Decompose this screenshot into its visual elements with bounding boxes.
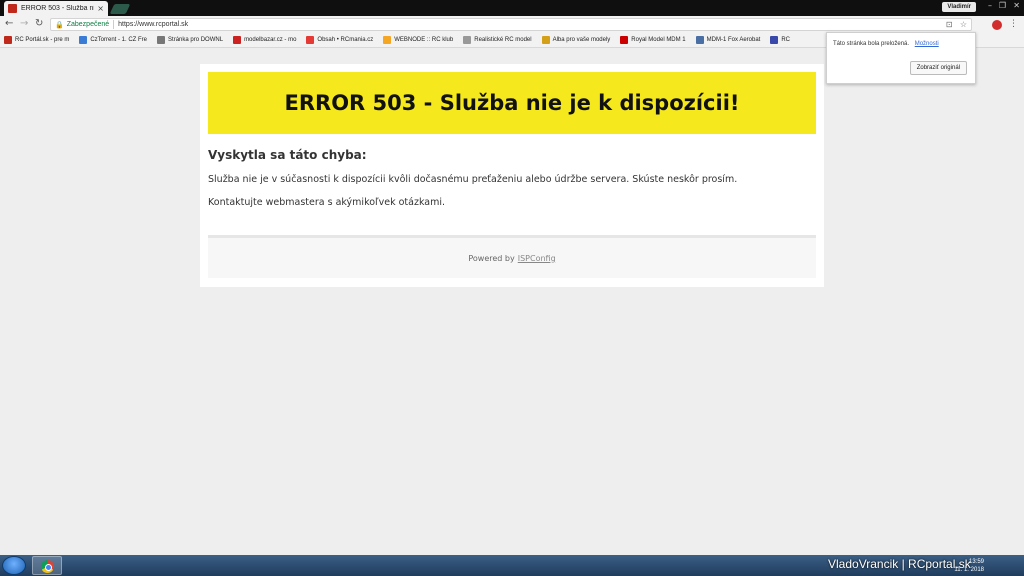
bookmark-favicon-icon: [4, 36, 12, 44]
favicon-icon: [8, 4, 17, 13]
watermark-text: VladoVrancik | RCportal.sk: [828, 557, 971, 571]
bookmark-label: Realistické RC model: [474, 37, 532, 43]
bookmark-favicon-icon: [79, 36, 88, 44]
bookmark-item[interactable]: CzTorrent - 1. CZ Fre: [79, 36, 147, 44]
translate-popup: Táto stránka bola preložená. Možnosti Zo…: [826, 32, 976, 84]
bookmark-favicon-icon: [695, 36, 704, 44]
bookmark-item[interactable]: WEBNODE :: RC klub: [383, 36, 453, 44]
profile-button[interactable]: Vladimír: [942, 2, 976, 12]
reload-icon[interactable]: ↻: [35, 18, 43, 30]
omnibox-divider: [113, 20, 115, 29]
secure-label: Zabezpečené: [66, 21, 110, 28]
bookmark-label: RC Portál.sk - pre m: [15, 37, 70, 43]
bookmark-label: WEBNODE :: RC klub: [394, 37, 454, 43]
bookmark-label: modelbazar.cz - mo: [244, 37, 297, 43]
bookmark-favicon-icon: [770, 36, 779, 44]
url-text[interactable]: https://www.rcportal.sk: [118, 21, 188, 28]
translate-and-star-icons[interactable]: ⊡ ☆: [946, 19, 967, 30]
page-footer: Powered by ISPConfig: [208, 235, 816, 278]
translate-icon[interactable]: ⊡: [946, 20, 953, 29]
bookmark-item[interactable]: modelbazar.cz - mo: [233, 36, 296, 44]
clock-date: 11. 1. 2018: [954, 567, 984, 573]
bookmark-item[interactable]: RC: [770, 36, 790, 44]
bookmark-label: Royal Model MDM 1: [631, 37, 686, 43]
close-tab-icon[interactable]: ×: [97, 4, 104, 13]
page-title: ERROR 503 - Služba nie je k dispozícii!: [284, 91, 740, 115]
error-card: ERROR 503 - Služba nie je k dispozícii! …: [200, 64, 824, 287]
options-link[interactable]: Možnosti: [915, 41, 939, 47]
address-bar[interactable]: 🔒 Zabezpečené https://www.rcportal.sk ⊡ …: [50, 18, 972, 31]
bookmark-label: Alba pro vaše modely: [552, 37, 611, 43]
error-subheading: Vyskytla sa táto chyba:: [208, 148, 367, 162]
bookmark-favicon-icon: [541, 36, 550, 44]
clock-time: 13:59: [968, 559, 984, 565]
bookmark-favicon-icon: [306, 36, 315, 44]
restore-icon[interactable]: ❐: [999, 1, 1006, 11]
translate-message: Táto stránka bola preložená. Možnosti: [833, 41, 939, 47]
bookmark-item[interactable]: RC Portál.sk - pre m: [4, 36, 69, 44]
bookmark-item[interactable]: Royal Model MDM 1: [620, 36, 686, 44]
new-tab-button[interactable]: [109, 4, 131, 14]
footer-prefix: Powered by: [468, 253, 515, 263]
bookmark-label: Stránka pro DOWNL: [168, 37, 224, 43]
browser-toolbar: ← → ↻ 🔒 Zabezpečené https://www.rcportal…: [0, 16, 1024, 33]
taskbar-clock[interactable]: 13:59 11. 1. 2018: [954, 558, 984, 574]
error-description: Služba nie je v súčasnosti k dispozícii …: [208, 174, 738, 185]
bookmark-label: CzTorrent - 1. CZ Fre: [90, 37, 148, 43]
bookmark-favicon-icon: [383, 36, 392, 44]
start-button-icon[interactable]: [2, 556, 26, 575]
bookmark-favicon-icon: [233, 36, 242, 44]
taskbar-chrome-button[interactable]: [32, 556, 62, 575]
menu-kebab-icon[interactable]: ⋮: [1009, 18, 1018, 30]
bookmark-label: RC: [781, 37, 791, 43]
bookmark-star-icon[interactable]: ☆: [960, 20, 967, 29]
bookmark-favicon-icon: [463, 36, 472, 44]
bookmark-item[interactable]: Obsah • RCmania.cz: [306, 36, 373, 44]
contact-text: Kontaktujte webmastera s akýmikoľvek otá…: [208, 197, 446, 208]
close-window-icon[interactable]: ✕: [1013, 1, 1020, 11]
lock-icon: 🔒: [55, 21, 64, 29]
bookmark-favicon-icon: [620, 36, 629, 44]
bookmark-item[interactable]: MDM-1 Fox Aerobat: [695, 36, 761, 44]
ispconfig-link[interactable]: ISPConfig: [518, 254, 556, 263]
error-banner: ERROR 503 - Služba nie je k dispozícii!: [208, 72, 816, 134]
forward-arrow-icon[interactable]: →: [20, 18, 28, 30]
tab-title: ERROR 503 - Služba nie je: [21, 5, 94, 12]
bookmark-favicon-icon: [157, 36, 166, 44]
minimize-icon[interactable]: –: [988, 1, 992, 11]
bookmark-item[interactable]: Realistické RC model: [463, 36, 532, 44]
browser-titlebar: ERROR 503 - Služba nie je × Vladimír – ❐…: [0, 0, 1024, 16]
show-original-button[interactable]: Zobraziť originál: [909, 61, 967, 75]
bookmark-label: Obsah • RCmania.cz: [317, 37, 374, 43]
translate-message-text: Táto stránka bola preložená.: [833, 41, 910, 47]
bookmark-label: MDM-1 Fox Aerobat: [706, 37, 761, 43]
chrome-icon: [41, 560, 54, 573]
extension-icon[interactable]: [992, 20, 1002, 30]
back-arrow-icon[interactable]: ←: [5, 18, 13, 30]
bookmark-item[interactable]: Stránka pro DOWNL: [157, 36, 223, 44]
browser-tab[interactable]: ERROR 503 - Služba nie je ×: [4, 1, 108, 16]
bookmark-item[interactable]: Alba pro vaše modely: [541, 36, 611, 44]
